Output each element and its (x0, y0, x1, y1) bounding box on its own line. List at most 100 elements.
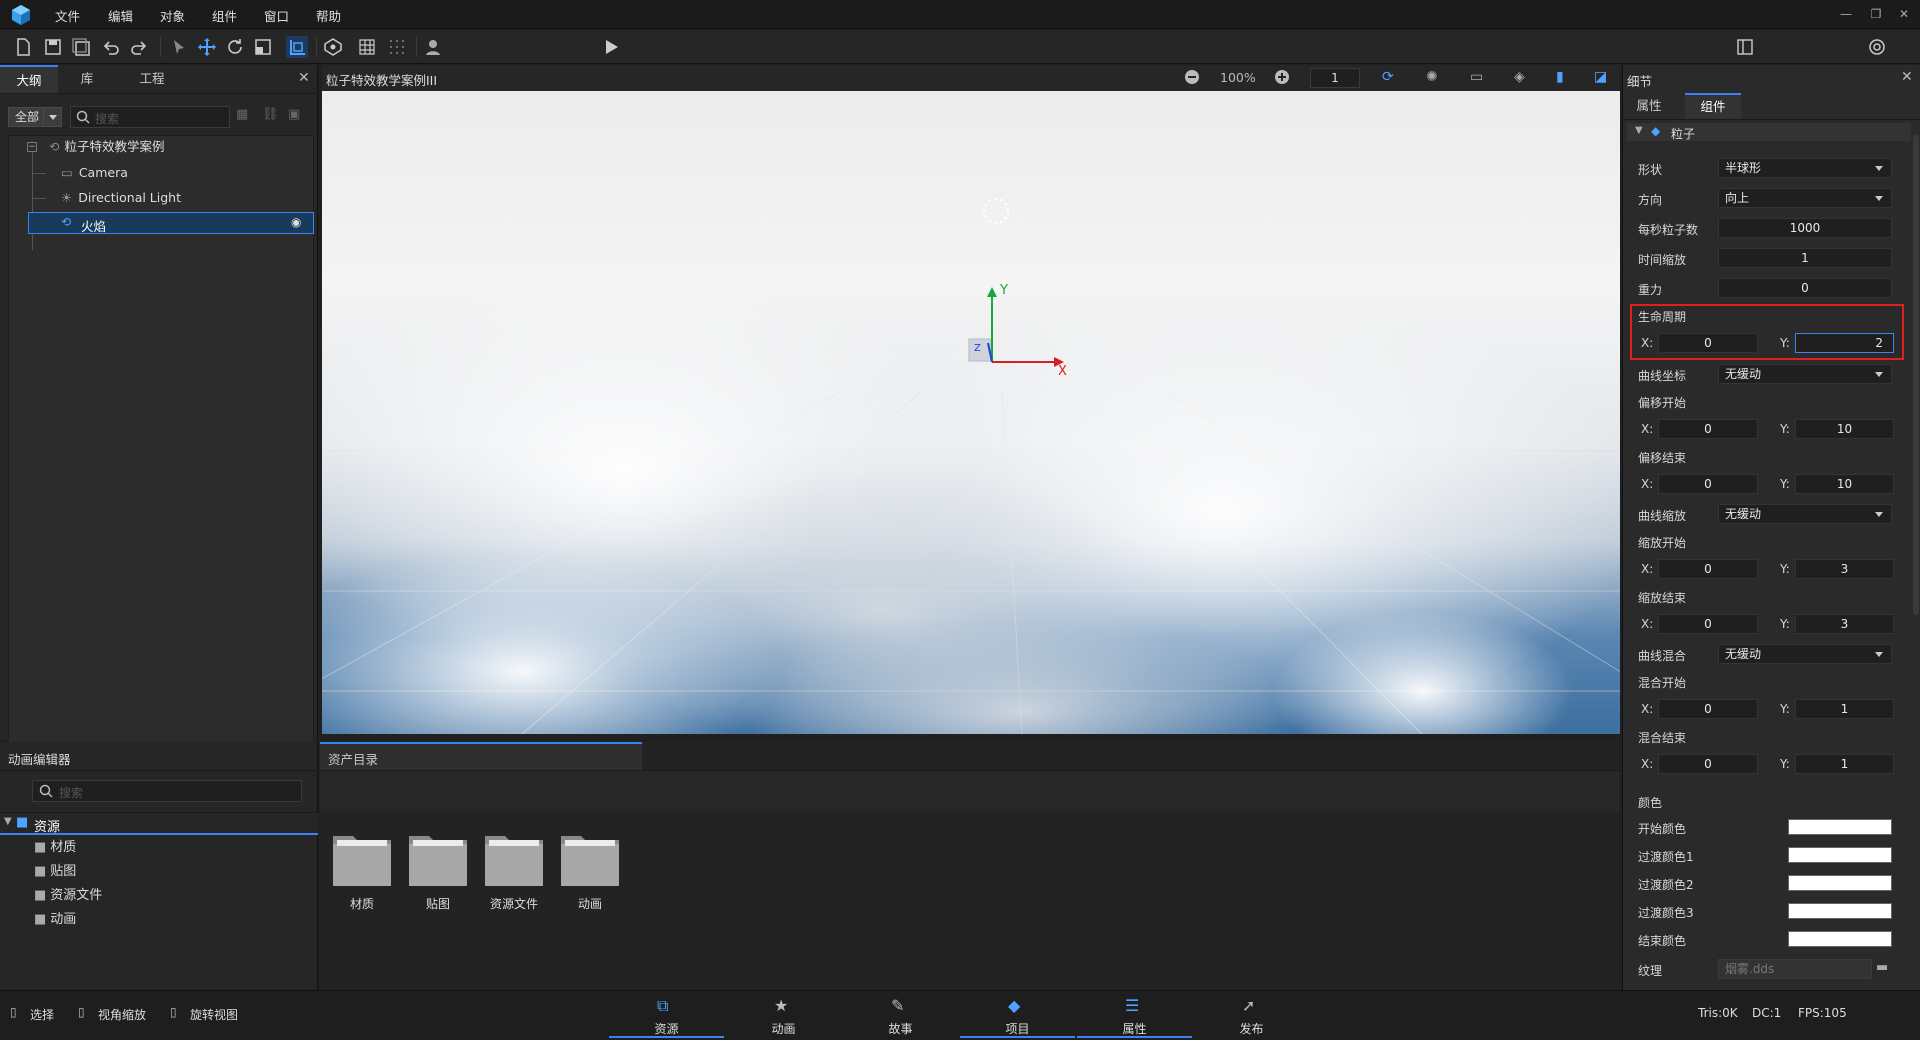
blend-end-y-input[interactable]: 1 (1795, 754, 1894, 774)
tab-project[interactable]: 工程 (120, 65, 184, 93)
rotate-tool-icon[interactable] (224, 36, 246, 58)
settings-icon[interactable] (1866, 36, 1888, 58)
minimize-icon[interactable]: — (1838, 7, 1854, 23)
blend-start-y-input[interactable]: 1 (1795, 699, 1894, 719)
tab-properties[interactable]: 属性 (1627, 93, 1671, 119)
details-scrollbar[interactable] (1913, 135, 1919, 615)
tree-item-resource-files[interactable]: ■ 资源文件 (34, 886, 102, 906)
folder-textures[interactable] (407, 828, 469, 890)
new-file-icon[interactable] (12, 36, 34, 58)
undo-icon[interactable] (100, 36, 122, 58)
blend-end-x-input[interactable]: 0 (1658, 754, 1758, 774)
tab-components[interactable]: 组件 (1685, 93, 1741, 119)
user-icon[interactable] (422, 36, 444, 58)
nav-animation[interactable]: ★ 动画 (726, 990, 841, 1038)
play-icon[interactable] (600, 36, 622, 58)
add-node-icon[interactable]: ▦ (236, 107, 248, 122)
nav-project[interactable]: ◆ 项目 (960, 990, 1075, 1038)
particle-section-header[interactable]: ▼ ◆ 粒子 (1627, 123, 1911, 141)
close-panel-icon[interactable]: ✕ (298, 70, 310, 86)
scale-start-y-input[interactable]: 3 (1795, 559, 1894, 579)
offset-end-y-input[interactable]: 10 (1795, 474, 1894, 494)
offset-start-x-input[interactable]: 0 (1658, 419, 1758, 439)
lifecycle-x-input[interactable]: 0 (1658, 333, 1758, 353)
folder-browse-icon[interactable]: ▬ (1876, 960, 1888, 975)
zoom-out-icon[interactable] (1184, 69, 1200, 85)
curve-scale-select[interactable]: 无缓动 (1718, 504, 1892, 524)
eye-icon[interactable]: ◉ (291, 215, 301, 229)
close-window-icon[interactable]: ✕ (1896, 7, 1912, 23)
folder-resource-files[interactable] (483, 828, 545, 890)
menu-help[interactable]: 帮助 (316, 6, 341, 25)
save-icon[interactable] (42, 36, 64, 58)
texture-input[interactable]: 烟雾.dds (1718, 959, 1872, 979)
blend-start-x-input[interactable]: 0 (1658, 699, 1758, 719)
collapse-toggle-icon[interactable]: − (27, 142, 37, 152)
layer-input[interactable]: 1 (1310, 68, 1360, 88)
trans3-color-swatch[interactable] (1788, 903, 1892, 919)
redo-icon[interactable] (128, 36, 150, 58)
scale-start-x-input[interactable]: 0 (1658, 559, 1758, 579)
menu-object[interactable]: 对象 (160, 6, 185, 25)
start-color-swatch[interactable] (1788, 819, 1892, 835)
scale-end-y-input[interactable]: 3 (1795, 614, 1894, 634)
perspective-icon[interactable]: ▮ (1556, 69, 1564, 85)
maximize-icon[interactable]: ❐ (1868, 7, 1884, 23)
cube-view-icon[interactable]: ◈ (1514, 69, 1525, 85)
tree-item-directional-light[interactable]: ☀ Directional Light (61, 186, 181, 210)
menu-component[interactable]: 组件 (212, 6, 237, 25)
nav-publish[interactable]: ➚ 发布 (1194, 990, 1309, 1038)
zoom-in-icon[interactable] (1274, 69, 1290, 85)
layout-icon[interactable] (1734, 36, 1756, 58)
grid-icon[interactable] (356, 36, 378, 58)
camera-view-icon[interactable]: ▭ (1470, 69, 1483, 85)
trans1-color-swatch[interactable] (1788, 847, 1892, 863)
curve-blend-select[interactable]: 无缓动 (1718, 644, 1892, 664)
offset-end-x-input[interactable]: 0 (1658, 474, 1758, 494)
asset-search-input[interactable]: 搜索 (32, 780, 302, 802)
delete-node-icon[interactable]: ▣ (288, 107, 300, 122)
timescale-input[interactable]: 1 (1718, 248, 1892, 268)
folder-animations[interactable] (559, 828, 621, 890)
offset-start-y-input[interactable]: 10 (1795, 419, 1894, 439)
tab-outline[interactable]: 大纲 (0, 65, 58, 93)
tree-item-animations[interactable]: ■ 动画 (34, 910, 76, 930)
world-space-icon[interactable]: ⟳ (1382, 69, 1394, 85)
menu-edit[interactable]: 编辑 (108, 6, 133, 25)
gravity-input[interactable]: 0 (1718, 278, 1892, 298)
nav-resources[interactable]: ⧉ 资源 (609, 990, 724, 1038)
shape-select[interactable]: 半球形 (1718, 158, 1892, 178)
filter-select[interactable]: 全部 (8, 107, 62, 127)
stats-icon[interactable]: ◪ (1594, 69, 1607, 85)
direction-select[interactable]: 向上 (1718, 188, 1892, 208)
folder-materials[interactable] (331, 828, 393, 890)
end-color-swatch[interactable] (1788, 931, 1892, 947)
close-details-icon[interactable]: ✕ (1901, 69, 1913, 85)
scene-viewport[interactable]: Y X Z (322, 91, 1620, 734)
tree-item-flame[interactable]: ⟲ 火焰 ◉ (28, 212, 314, 234)
trans2-color-swatch[interactable] (1788, 875, 1892, 891)
tab-library[interactable]: 库 (58, 65, 116, 93)
transform-tool-icon[interactable] (286, 36, 308, 58)
tab-asset-directory[interactable]: 资产目录 (320, 742, 642, 770)
tree-root-resources[interactable]: ▼ ■ 资源 (0, 813, 318, 835)
select-tool-icon[interactable] (168, 36, 190, 58)
menu-window[interactable]: 窗口 (264, 6, 289, 25)
scale-tool-icon[interactable] (252, 36, 274, 58)
link-icon[interactable]: ⛓ (262, 107, 279, 122)
rate-input[interactable]: 1000 (1718, 218, 1892, 238)
move-tool-icon[interactable] (196, 36, 218, 58)
save-all-icon[interactable] (70, 36, 92, 58)
tree-item-camera[interactable]: ▭ Camera (61, 161, 128, 185)
scale-end-x-input[interactable]: 0 (1658, 614, 1758, 634)
tree-item-textures[interactable]: ■ 贴图 (34, 862, 76, 882)
nav-properties[interactable]: ☰ 属性 (1077, 990, 1192, 1038)
grid-dots-icon[interactable] (386, 36, 408, 58)
outline-search-input[interactable]: 搜索 (70, 106, 230, 128)
light-toggle-icon[interactable]: ✺ (1426, 69, 1438, 85)
curve-coord-select[interactable]: 无缓动 (1718, 364, 1892, 384)
menu-file[interactable]: 文件 (55, 6, 80, 25)
nav-story[interactable]: ✎ 故事 (843, 990, 958, 1038)
snap-icon[interactable] (322, 36, 344, 58)
lifecycle-y-input[interactable]: 2 (1795, 333, 1894, 353)
